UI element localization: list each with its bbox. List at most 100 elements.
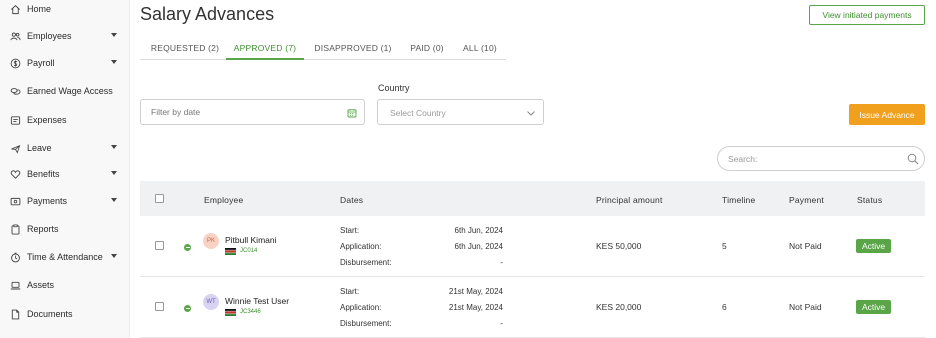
coins-icon: [8, 84, 22, 98]
disbursement-date: -: [500, 258, 503, 267]
wallet-icon: [8, 194, 22, 208]
search-icon[interactable]: [907, 153, 919, 165]
status-indicator-icon: [184, 305, 191, 312]
column-header-timeline[interactable]: Timeline: [722, 195, 755, 205]
disbursement-date: -: [500, 319, 503, 328]
chevron-down-icon[interactable]: [526, 108, 536, 118]
payment-status: Not Paid: [789, 241, 822, 251]
kenya-flag-icon: [225, 309, 236, 316]
issue-advance-button[interactable]: Issue Advance: [849, 104, 925, 125]
chevron-down-icon[interactable]: [111, 33, 117, 37]
document-icon: [8, 307, 22, 321]
column-header-principal[interactable]: Principal amount: [596, 195, 663, 205]
chevron-down-icon[interactable]: [111, 171, 117, 175]
sidebar-item-reports[interactable]: Reports: [0, 219, 130, 239]
calendar-icon[interactable]: [347, 108, 357, 118]
principal-amount: KES 20,000: [596, 302, 642, 312]
application-date: 6th Jun, 2024: [454, 242, 503, 251]
application-date: 21st May, 2024: [448, 303, 503, 312]
payment-status: Not Paid: [789, 302, 822, 312]
table-row[interactable]: WT Winnie Test User JC3446 Start: 21st M…: [140, 277, 925, 338]
country-label: Country: [378, 83, 410, 93]
row-checkbox[interactable]: [155, 241, 164, 250]
sidebar-item-assets[interactable]: Assets: [0, 275, 130, 295]
table-row[interactable]: PK Pitbull Kimani JC014 Start: 6th Jun, …: [140, 216, 925, 277]
start-label: Start:: [340, 287, 360, 296]
chevron-down-icon[interactable]: [111, 60, 117, 64]
sidebar-item-label: Payroll: [27, 58, 55, 68]
status-tabs: REQUESTED (2) APPROVED (7) DISAPPROVED (…: [140, 40, 506, 60]
start-date: 21st May, 2024: [448, 287, 503, 296]
employee-name[interactable]: Winnie Test User: [225, 296, 289, 306]
sidebar-item-label: Leave: [27, 143, 52, 153]
search-box[interactable]: [717, 146, 925, 171]
chevron-down-icon[interactable]: [111, 145, 117, 149]
sidebar-item-payments[interactable]: Payments: [0, 191, 130, 211]
laptop-icon: [8, 278, 22, 292]
column-header-payment[interactable]: Payment: [789, 195, 824, 205]
sidebar-item-label: Benefits: [27, 169, 60, 179]
sidebar: Home Employees Payroll Earned Wage Acces…: [0, 0, 130, 338]
avatar: PK: [203, 233, 219, 249]
status-badge: Active: [856, 300, 892, 314]
sidebar-item-label: Assets: [27, 280, 55, 290]
column-header-dates[interactable]: Dates: [340, 195, 363, 205]
sidebar-item-employees[interactable]: Employees: [0, 26, 130, 46]
employee-code: JC3446: [240, 309, 261, 315]
heart-icon: [8, 167, 22, 181]
plane-icon: [8, 141, 22, 155]
employee-name[interactable]: Pitbull Kimani: [225, 235, 277, 245]
tab-approved[interactable]: APPROVED (7): [226, 40, 304, 60]
tab-paid[interactable]: PAID (0): [402, 40, 452, 60]
sidebar-item-time-attendance[interactable]: Time & Attendance: [0, 247, 130, 267]
tab-requested[interactable]: REQUESTED (2): [144, 40, 226, 60]
chevron-down-icon[interactable]: [111, 198, 117, 202]
timeline-value: 6: [722, 302, 727, 312]
employee-code: JC014: [240, 248, 258, 254]
avatar: WT: [203, 294, 219, 310]
kenya-flag-icon: [225, 248, 236, 255]
status-indicator-icon: [184, 244, 191, 251]
sidebar-item-benefits[interactable]: Benefits: [0, 164, 130, 184]
sidebar-item-label: Time & Attendance: [27, 252, 103, 262]
sidebar-item-label: Payments: [27, 196, 68, 206]
search-input[interactable]: [718, 147, 898, 170]
sidebar-item-label: Documents: [27, 309, 73, 319]
sidebar-item-label: Earned Wage Access: [27, 86, 113, 96]
sidebar-item-documents[interactable]: Documents: [0, 304, 130, 324]
page-title: Salary Advances: [140, 4, 275, 24]
tab-all[interactable]: ALL (10): [458, 40, 502, 60]
column-header-employee[interactable]: Employee: [204, 195, 243, 205]
sidebar-item-label: Expenses: [27, 115, 67, 125]
disbursement-label: Disbursement:: [340, 258, 392, 267]
disbursement-label: Disbursement:: [340, 319, 392, 328]
sidebar-item-expenses[interactable]: Expenses: [0, 110, 130, 130]
application-label: Application:: [340, 242, 382, 251]
sidebar-item-label: Employees: [27, 31, 72, 41]
view-initiated-payments-button[interactable]: View initiated payments: [809, 5, 925, 25]
application-label: Application:: [340, 303, 382, 312]
start-label: Start:: [340, 226, 360, 235]
receipt-icon: [8, 113, 22, 127]
tab-disapproved[interactable]: DISAPPROVED (1): [310, 40, 396, 60]
sidebar-item-label: Reports: [27, 224, 59, 234]
status-badge: Active: [856, 239, 892, 253]
column-header-status[interactable]: Status: [857, 195, 882, 205]
select-all-checkbox[interactable]: [155, 194, 164, 203]
sidebar-item-earned-wage-access[interactable]: Earned Wage Access: [0, 81, 130, 101]
chevron-down-icon[interactable]: [111, 254, 117, 258]
row-checkbox[interactable]: [155, 302, 164, 311]
sidebar-item-home[interactable]: Home: [0, 0, 130, 19]
country-select-value: Select Country: [390, 108, 446, 118]
dollar-icon: [8, 56, 22, 70]
sidebar-item-leave[interactable]: Leave: [0, 138, 130, 158]
home-icon: [8, 2, 22, 16]
sidebar-item-payroll[interactable]: Payroll: [0, 53, 130, 73]
principal-amount: KES 50,000: [596, 241, 642, 251]
start-date: 6th Jun, 2024: [454, 226, 503, 235]
date-filter-input[interactable]: [141, 100, 364, 124]
country-select[interactable]: Select Country: [377, 99, 544, 125]
table-header: Employee Dates Principal amount Timeline…: [140, 181, 925, 216]
date-filter[interactable]: [140, 99, 365, 125]
sidebar-item-label: Home: [27, 4, 52, 14]
